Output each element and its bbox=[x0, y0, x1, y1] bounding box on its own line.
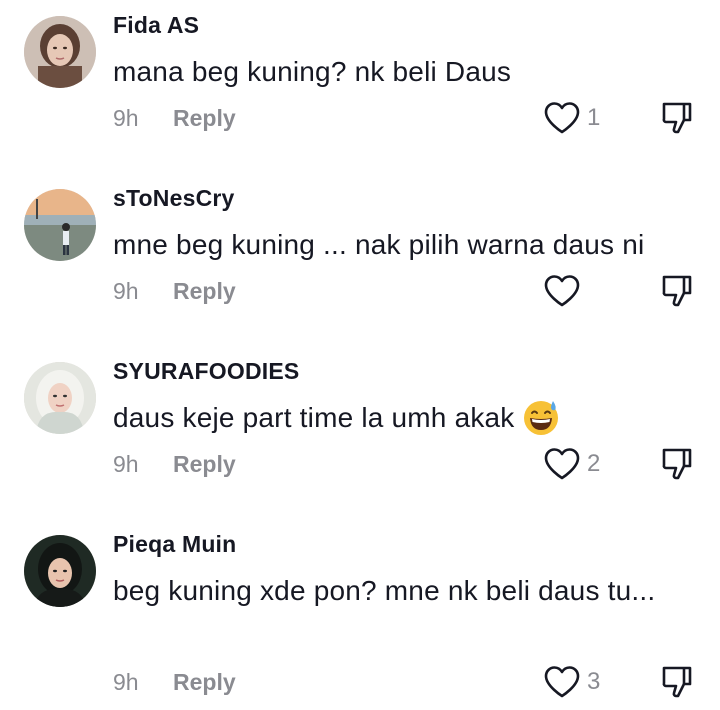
thumbs-down-icon bbox=[662, 102, 692, 134]
thumbs-down-icon bbox=[662, 666, 692, 698]
heart-outline-icon bbox=[544, 275, 580, 307]
comment-meta: 9h Reply bbox=[113, 665, 236, 699]
avatar[interactable] bbox=[24, 16, 96, 88]
like-button[interactable]: 3 bbox=[543, 662, 600, 702]
heart-outline-icon bbox=[544, 102, 580, 134]
like-button[interactable]: 1 bbox=[543, 98, 600, 138]
avatar[interactable] bbox=[24, 189, 96, 261]
reply-button[interactable]: Reply bbox=[173, 451, 236, 478]
dislike-button[interactable] bbox=[658, 98, 698, 138]
like-count: 3 bbox=[587, 668, 601, 695]
heart-outline-icon bbox=[544, 666, 580, 698]
comment-time: 9h bbox=[113, 668, 139, 695]
comment-username[interactable]: Pieqa Muin bbox=[113, 531, 236, 558]
comment-meta: 9h Reply bbox=[113, 447, 236, 481]
reply-button[interactable]: Reply bbox=[173, 105, 236, 132]
comment-time: 9h bbox=[113, 277, 139, 304]
dislike-button[interactable] bbox=[658, 271, 698, 311]
avatar[interactable] bbox=[24, 362, 96, 434]
like-button[interactable] bbox=[543, 271, 587, 311]
heart-outline-icon bbox=[544, 448, 580, 480]
comment-text: mana beg kuning? nk beli Daus bbox=[113, 56, 512, 87]
dislike-button[interactable] bbox=[658, 444, 698, 484]
reply-button[interactable]: Reply bbox=[173, 669, 236, 696]
comment-username[interactable]: sToNesCry bbox=[113, 185, 235, 212]
like-count: 1 bbox=[587, 104, 601, 131]
comment-meta: 9h Reply bbox=[113, 274, 236, 308]
comment-username[interactable]: SYURAFOODIES bbox=[113, 358, 299, 385]
comment-meta: 9h Reply bbox=[113, 101, 236, 135]
comment-text: mne beg kuning ... nak pilih warna daus … bbox=[113, 229, 645, 260]
dislike-button[interactable] bbox=[658, 662, 698, 702]
comment-time: 9h bbox=[113, 104, 139, 131]
reply-button[interactable]: Reply bbox=[173, 278, 236, 305]
thumbs-down-icon bbox=[662, 275, 692, 307]
like-count: 2 bbox=[587, 450, 601, 477]
comment-time: 9h bbox=[113, 450, 139, 477]
comment-text: beg kuning xde pon? mne nk beli daus tu.… bbox=[113, 575, 656, 606]
like-button[interactable]: 2 bbox=[543, 444, 600, 484]
avatar[interactable] bbox=[24, 535, 96, 607]
comment-text-content: daus keje part time la umh akak bbox=[113, 402, 515, 433]
grinning-sweat-emoji bbox=[523, 400, 558, 435]
thumbs-down-icon bbox=[662, 448, 692, 480]
comment-username[interactable]: Fida AS bbox=[113, 12, 199, 39]
comment-text: daus keje part time la umh akak bbox=[113, 396, 703, 440]
